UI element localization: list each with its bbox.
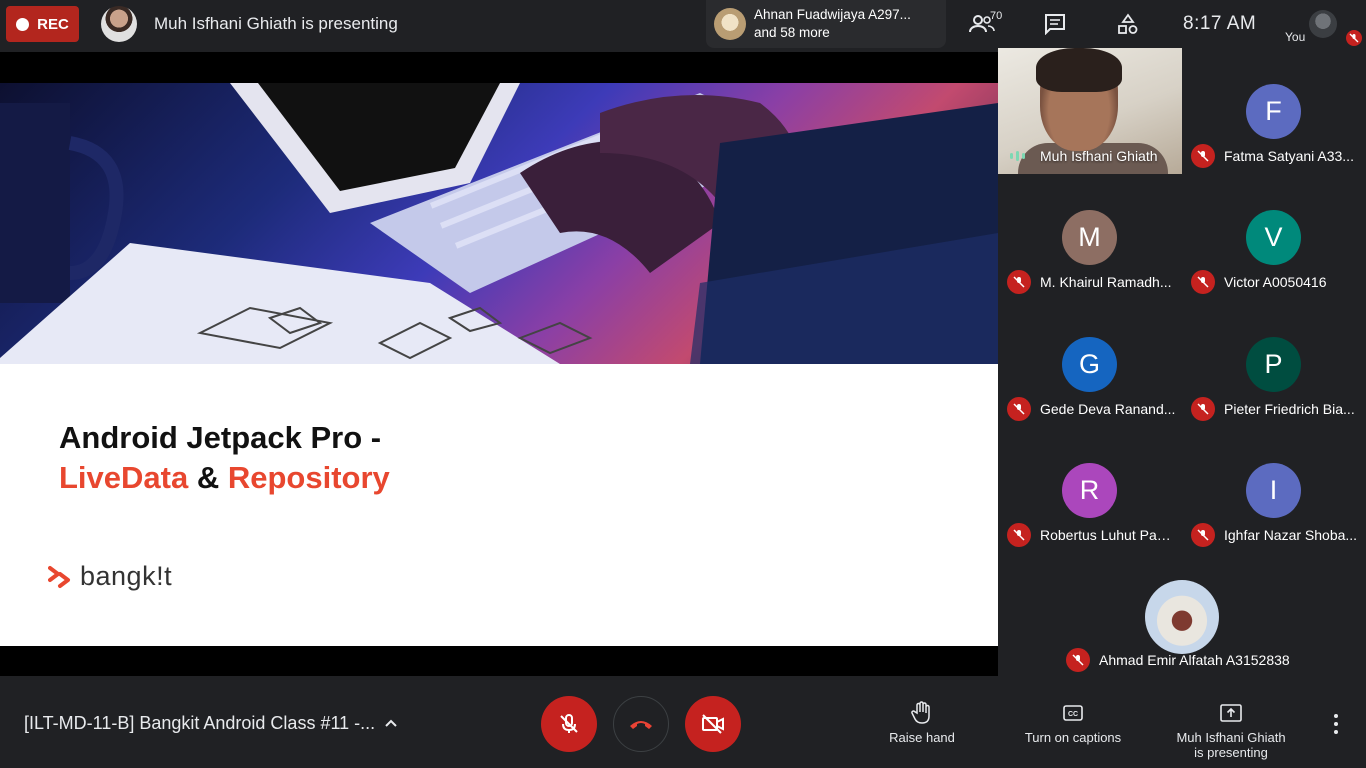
participant-tile[interactable]: G Gede Deva Ranand... — [998, 301, 1182, 427]
participant-avatar: V — [1246, 210, 1301, 265]
participant-name: M. Khairul Ramadh... — [1040, 274, 1172, 290]
muted-mic-icon — [1191, 270, 1215, 294]
you-label: You — [1285, 30, 1306, 44]
joiner-avatar — [714, 8, 746, 40]
presenting-status: Muh Isfhani Ghiath is presenting — [154, 14, 398, 33]
slide-hero-image — [0, 83, 998, 364]
presenting-label-line1: Muh Isfhani Ghiath — [1176, 730, 1286, 745]
meeting-title[interactable]: [ILT-MD-11-B] Bangkit Android Class #11 … — [24, 713, 375, 734]
people-count: 70 — [990, 10, 1003, 22]
participant-avatar: M — [1062, 210, 1117, 265]
muted-mic-icon — [1007, 270, 1031, 294]
participant-avatar: G — [1062, 337, 1117, 392]
participant-name: Gede Deva Ranand... — [1040, 401, 1176, 417]
slide-title-ampersand: & — [188, 460, 228, 495]
chevron-up-icon[interactable] — [383, 715, 399, 731]
activities-button[interactable] — [1114, 12, 1142, 36]
joiner-more: and 58 more — [754, 25, 830, 40]
slide-title-line2: LiveData & Repository — [59, 460, 390, 496]
participant-tile[interactable]: F Fatma Satyani A33... — [1182, 48, 1366, 174]
slide-title-line1: Android Jetpack Pro - — [59, 420, 382, 455]
muted-mic-icon — [1066, 648, 1090, 672]
camera-off-icon — [702, 714, 724, 734]
joiner-name: Ahnan Fuadwijaya A297... — [754, 7, 911, 22]
muted-mic-icon — [1191, 397, 1215, 421]
participant-tile-video[interactable]: Muh Isfhani Ghiath — [998, 48, 1182, 174]
speaking-indicator-icon — [1010, 151, 1025, 161]
raise-hand-label: Raise hand — [889, 730, 955, 745]
presenting-button[interactable]: Muh Isfhani Ghiath is presenting — [1160, 700, 1302, 760]
bangkit-logo: bangk!t — [48, 561, 172, 592]
record-dot-icon — [16, 17, 30, 31]
presenter-avatar — [101, 6, 137, 42]
clock: 8:17 AM — [1183, 13, 1257, 34]
featured-participant-avatar — [1145, 580, 1219, 654]
participant-name: Pieter Friedrich Bia... — [1224, 401, 1355, 417]
muted-mic-icon — [1191, 523, 1215, 547]
participant-avatar: F — [1246, 84, 1301, 139]
activities-icon — [1118, 13, 1138, 34]
captions-icon: CC — [1063, 705, 1083, 721]
self-avatar[interactable] — [1309, 10, 1337, 38]
bottom-bar: [ILT-MD-11-B] Bangkit Android Class #11 … — [0, 680, 1366, 768]
more-options-icon[interactable] — [1326, 714, 1346, 734]
participant-name: Robertus Luhut Pan... — [1040, 527, 1176, 543]
slide: Android Jetpack Pro - LiveData & Reposit… — [0, 83, 998, 646]
participant-tile[interactable]: P Pieter Friedrich Bia... — [1182, 301, 1366, 427]
participant-name: Fatma Satyani A33... — [1224, 148, 1354, 164]
svg-text:CC: CC — [1068, 711, 1078, 718]
participant-tile[interactable]: M M. Khairul Ramadh... — [998, 174, 1182, 300]
bangkit-logo-icon — [48, 565, 70, 588]
captions-label: Turn on captions — [1024, 730, 1122, 745]
hand-icon — [911, 701, 930, 724]
slide-title-repository: Repository — [227, 460, 390, 495]
featured-participant-name: Ahmad Emir Alfatah A3152838 — [1099, 652, 1290, 668]
presentation-stage: Android Jetpack Pro - LiveData & Reposit… — [0, 52, 998, 676]
captions-button[interactable]: CC Turn on captions — [1013, 700, 1133, 745]
recording-indicator: REC — [6, 6, 79, 42]
rec-label: REC — [37, 15, 69, 33]
brand-wordmark: bangk!t — [80, 561, 173, 591]
slide-title-livedata: LiveData — [59, 460, 189, 495]
muted-mic-icon — [1007, 523, 1031, 547]
participant-name: Ighfar Nazar Shoba... — [1224, 527, 1358, 543]
participant-tile[interactable]: R Robertus Luhut Pan... — [998, 427, 1182, 553]
participant-avatar: P — [1246, 337, 1301, 392]
mic-toggle-button[interactable] — [541, 696, 597, 752]
participant-name: Muh Isfhani Ghiath — [1040, 148, 1158, 164]
presenting-label-line2: is presenting — [1194, 745, 1268, 760]
participant-avatar: R — [1062, 463, 1117, 518]
muted-mic-icon — [1191, 144, 1215, 168]
join-notification[interactable]: Ahnan Fuadwijaya A297... and 58 more — [706, 0, 946, 48]
present-screen-icon — [1220, 704, 1242, 722]
muted-mic-icon — [1007, 397, 1031, 421]
chat-icon — [1045, 14, 1065, 35]
top-bar: REC Muh Isfhani Ghiath is presenting Ahn… — [0, 0, 1366, 48]
hang-up-icon — [630, 721, 652, 729]
self-muted-icon — [1346, 30, 1362, 46]
participant-tile[interactable]: V Victor A0050416 — [1182, 174, 1366, 300]
leave-call-button[interactable] — [613, 696, 669, 752]
participant-tile[interactable]: I Ighfar Nazar Shoba... — [1182, 427, 1366, 553]
participant-name: Victor A0050416 — [1224, 274, 1327, 290]
mic-off-icon — [560, 714, 578, 733]
participant-avatar: I — [1246, 463, 1301, 518]
raise-hand-button[interactable]: Raise hand — [882, 700, 962, 745]
chat-button[interactable] — [1041, 12, 1069, 36]
camera-toggle-button[interactable] — [685, 696, 741, 752]
